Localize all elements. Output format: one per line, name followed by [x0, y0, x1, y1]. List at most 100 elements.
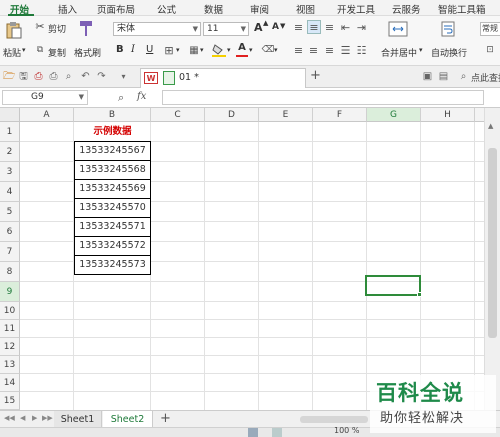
- open-folder-icon[interactable]: 🗁: [3, 71, 15, 82]
- underline-button[interactable]: U: [146, 44, 153, 55]
- font-size-select[interactable]: 11 ▼: [203, 22, 249, 36]
- borders-dropdown-icon[interactable]: ▾: [176, 46, 180, 54]
- add-sheet-button[interactable]: +: [160, 411, 171, 426]
- normal-view-icon[interactable]: [248, 428, 258, 437]
- italic-button[interactable]: I: [131, 44, 135, 55]
- currency-icon[interactable]: ⊡: [483, 44, 497, 56]
- data-cell-b2[interactable]: 13533245567: [74, 141, 151, 161]
- customize-dropdown-icon[interactable]: ▾: [118, 71, 129, 82]
- data-cell-b3[interactable]: 13533245568: [74, 160, 151, 180]
- active-cell-g9[interactable]: [365, 275, 421, 296]
- row-header-7[interactable]: 7: [0, 242, 20, 262]
- zoom-level[interactable]: 100 %: [334, 426, 359, 435]
- row-header-9[interactable]: 9: [0, 282, 20, 302]
- column-header-h[interactable]: H: [421, 108, 475, 122]
- data-cell-b5[interactable]: 13533245570: [74, 198, 151, 218]
- search-hint-label[interactable]: 点此查找: [471, 71, 500, 84]
- menu-tab-smart-tools[interactable]: 智能工具箱: [438, 2, 486, 16]
- merge-dropdown-icon[interactable]: ▾: [419, 46, 423, 54]
- column-header-a[interactable]: A: [20, 108, 74, 122]
- undo-icon[interactable]: ↶: [80, 71, 91, 82]
- prev-sheet-icon[interactable]: ◀: [20, 414, 25, 422]
- clear-format-dropdown-icon[interactable]: ▾: [274, 46, 278, 54]
- merge-center-button[interactable]: 合并居中: [381, 46, 417, 59]
- data-cell-b4[interactable]: 13533245569: [74, 179, 151, 199]
- row-header-15[interactable]: 15: [0, 392, 20, 410]
- redo-icon[interactable]: ↷: [96, 71, 107, 82]
- fill-color-dropdown-icon[interactable]: ▾: [227, 46, 231, 54]
- column-header-f[interactable]: F: [313, 108, 367, 122]
- name-box[interactable]: G9 ▼: [2, 90, 88, 105]
- column-header-b[interactable]: B: [74, 108, 151, 122]
- justify-icon[interactable]: ☰: [339, 44, 352, 57]
- row-header-6[interactable]: 6: [0, 222, 20, 242]
- paste-button[interactable]: 粘贴: [3, 46, 21, 59]
- first-sheet-icon[interactable]: ◀◀: [4, 414, 15, 422]
- menu-tab-review[interactable]: 审阅: [250, 2, 269, 16]
- print-icon[interactable]: ⎙: [48, 71, 59, 82]
- cut-button[interactable]: 剪切: [48, 22, 66, 35]
- insert-function-button[interactable]: fx: [137, 91, 146, 102]
- sheet-tab-sheet2[interactable]: Sheet2: [103, 411, 153, 428]
- sheet-tab-sheet1[interactable]: Sheet1: [54, 411, 102, 428]
- data-cell-b8[interactable]: 13533245573: [74, 255, 151, 275]
- align-left-icon[interactable]: ≡: [292, 44, 305, 57]
- window-icon[interactable]: ▣: [422, 71, 433, 82]
- indent-increase-icon[interactable]: ⇥: [355, 21, 368, 34]
- document-tab[interactable]: W 01 *: [140, 68, 306, 88]
- column-header-e[interactable]: E: [259, 108, 313, 122]
- menu-tab-insert[interactable]: 插入: [58, 2, 77, 16]
- paste-dropdown-icon[interactable]: ▾: [22, 46, 26, 54]
- align-top-icon[interactable]: ≡: [292, 21, 305, 34]
- menu-tab-developer[interactable]: 开发工具: [337, 2, 375, 16]
- column-header-overflow[interactable]: [475, 108, 484, 122]
- header-cell-b1[interactable]: 示例数据: [74, 122, 151, 142]
- row-header-4[interactable]: 4: [0, 182, 20, 202]
- new-tab-button[interactable]: +: [310, 68, 321, 83]
- align-bottom-icon[interactable]: ≡: [323, 21, 336, 34]
- wrap-text-button[interactable]: 自动换行: [431, 46, 467, 59]
- export-pdf-icon[interactable]: ⎙: [33, 71, 44, 82]
- last-sheet-icon[interactable]: ▶▶: [42, 414, 53, 422]
- format-painter-button[interactable]: 格式刷: [74, 46, 101, 59]
- print-preview-icon[interactable]: ⌕: [63, 71, 74, 82]
- vertical-scrollbar[interactable]: ▲: [484, 108, 500, 410]
- borders-icon[interactable]: ⊞: [163, 44, 175, 57]
- cell-style-dropdown-icon[interactable]: ▾: [200, 46, 204, 54]
- row-header-11[interactable]: 11: [0, 320, 20, 338]
- align-center-icon[interactable]: ≡: [307, 44, 320, 57]
- row-header-13[interactable]: 13: [0, 356, 20, 374]
- select-all-corner[interactable]: [0, 108, 20, 122]
- align-middle-icon[interactable]: ≡: [307, 20, 321, 34]
- row-header-3[interactable]: 3: [0, 162, 20, 182]
- row-header-5[interactable]: 5: [0, 202, 20, 222]
- scroll-up-icon[interactable]: ▲: [488, 122, 493, 130]
- data-cell-b7[interactable]: 13533245572: [74, 236, 151, 256]
- indent-decrease-icon[interactable]: ⇤: [339, 21, 352, 34]
- cell-style-icon[interactable]: ▦: [188, 44, 200, 56]
- grow-font-button[interactable]: A: [254, 21, 263, 34]
- horizontal-scroll-thumb[interactable]: [300, 416, 368, 423]
- scissors-icon[interactable]: ✂: [34, 20, 46, 33]
- align-right-icon[interactable]: ≡: [323, 44, 336, 57]
- copy-button[interactable]: 复制: [48, 46, 66, 59]
- format-painter-icon[interactable]: [78, 20, 94, 38]
- data-cell-b6[interactable]: 13533245571: [74, 217, 151, 237]
- row-header-2[interactable]: 2: [0, 142, 20, 162]
- grid-view-icon[interactable]: ▤: [438, 71, 449, 82]
- font-color-button[interactable]: A: [236, 42, 248, 58]
- column-header-d[interactable]: D: [205, 108, 259, 122]
- next-sheet-icon[interactable]: ▶: [32, 414, 37, 422]
- fill-color-icon[interactable]: [212, 43, 226, 57]
- menu-tab-data[interactable]: 数据: [204, 2, 223, 16]
- formula-input[interactable]: [162, 90, 484, 105]
- name-box-dropdown-icon[interactable]: ▼: [79, 91, 84, 104]
- number-format-select[interactable]: 常规: [480, 22, 500, 36]
- menu-tab-cloud[interactable]: 云服务: [392, 2, 421, 16]
- merge-center-icon[interactable]: [388, 20, 408, 38]
- column-header-c[interactable]: C: [151, 108, 205, 122]
- clear-format-icon[interactable]: ⌫: [262, 44, 275, 56]
- menu-tab-page-layout[interactable]: 页面布局: [97, 2, 135, 16]
- vertical-scroll-thumb[interactable]: [488, 148, 497, 338]
- bold-button[interactable]: B: [116, 44, 124, 55]
